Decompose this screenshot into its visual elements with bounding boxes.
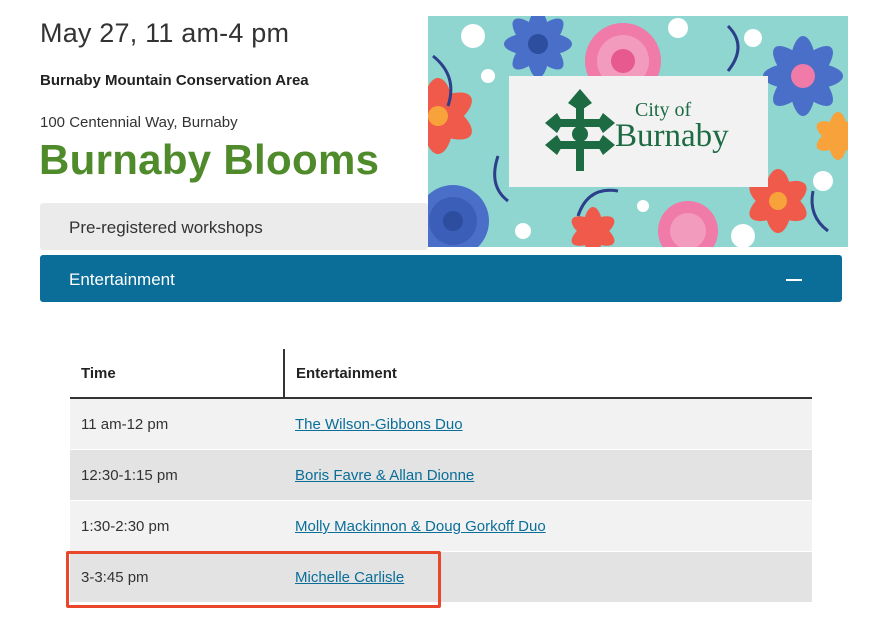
row-time: 12:30-1:15 pm: [81, 467, 178, 484]
performer-link[interactable]: Michelle Carlisle: [295, 569, 404, 586]
table-row: 11 am-12 pm The Wilson-Gibbons Duo: [70, 399, 812, 450]
logo-line-1: City of: [635, 99, 692, 121]
page-title: Burnaby Blooms: [39, 136, 380, 183]
hero-banner: City of Burnaby: [428, 16, 848, 247]
row-time: 11 am-12 pm: [81, 416, 169, 433]
row-time: 1:30-2:30 pm: [81, 518, 170, 535]
table-row: 1:30-2:30 pm Molly Mackinnon & Doug Gork…: [70, 501, 812, 552]
performer-link[interactable]: Molly Mackinnon & Doug Gorkoff Duo: [295, 518, 546, 535]
table-row: 3-3:45 pm Michelle Carlisle: [70, 552, 812, 603]
event-venue: Burnaby Mountain Conservation Area: [40, 72, 309, 89]
event-address: 100 Centennial Way, Burnaby: [40, 114, 238, 131]
city-logo-text: City of Burnaby: [615, 100, 729, 153]
minus-icon[interactable]: [786, 279, 802, 281]
column-header-entertainment: Entertainment: [296, 365, 397, 382]
performer-link[interactable]: The Wilson-Gibbons Duo: [295, 416, 463, 433]
entertainment-table: Time Entertainment 11 am-12 pm The Wilso…: [70, 349, 812, 603]
row-time: 3-3:45 pm: [81, 569, 149, 586]
logo-line-2: Burnaby: [615, 118, 729, 154]
accordion-label: Entertainment: [69, 270, 175, 289]
table-row: 12:30-1:15 pm Boris Favre & Allan Dionne: [70, 450, 812, 501]
column-divider: [283, 349, 285, 399]
flower-blue-2: [763, 36, 843, 116]
event-date: May 27, 11 am-4 pm: [40, 18, 290, 48]
snowflake-tree-icon: [545, 89, 615, 171]
performer-link[interactable]: Boris Favre & Allan Dionne: [295, 467, 474, 484]
accordion-workshops[interactable]: Pre-registered workshops: [40, 203, 428, 250]
column-header-time: Time: [81, 365, 116, 382]
table-header: Time Entertainment: [70, 349, 812, 399]
accordion-label: Pre-registered workshops: [69, 218, 263, 237]
city-logo: City of Burnaby: [509, 76, 768, 187]
accordion-entertainment[interactable]: Entertainment: [40, 255, 842, 302]
